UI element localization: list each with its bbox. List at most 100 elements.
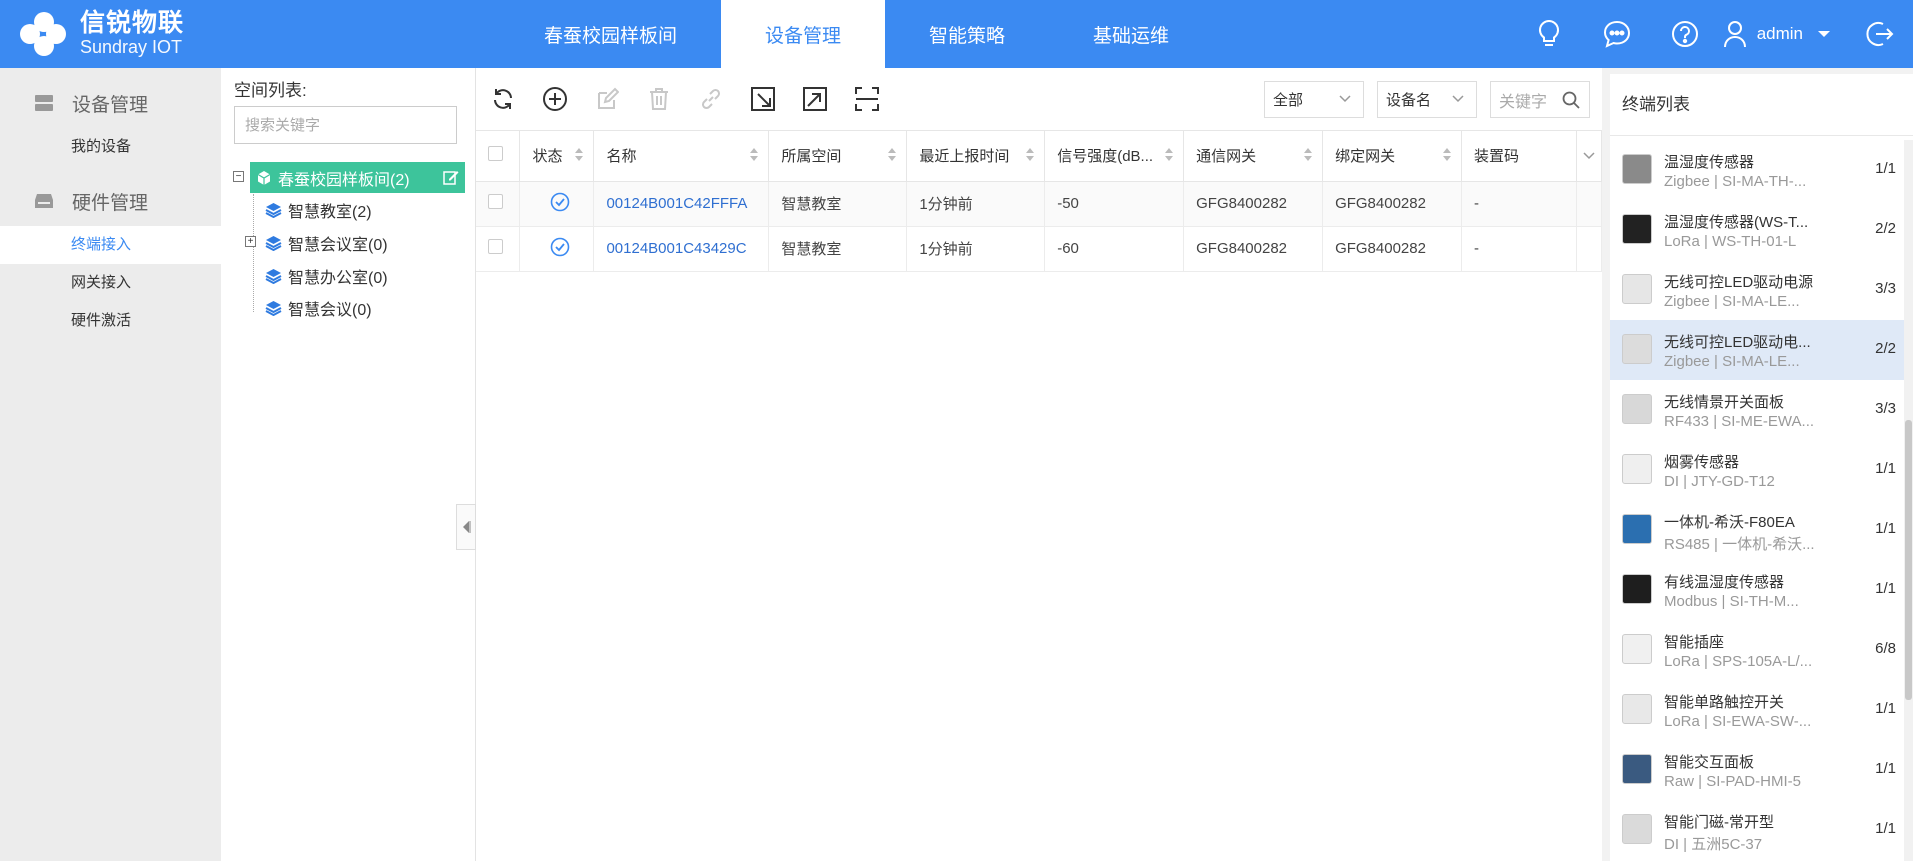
- export-icon[interactable]: [800, 84, 830, 114]
- space-search-input[interactable]: [234, 106, 457, 144]
- terminal-item[interactable]: 一体机-希沃-F80EA RS485 | 一体机-希沃... 1/1: [1610, 500, 1904, 560]
- last-report-cell: 1分钟前: [906, 226, 1046, 272]
- sort-icon: [1026, 148, 1035, 161]
- terminal-item[interactable]: 智能插座 LoRa | SPS-105A-L/... 6/8: [1610, 620, 1904, 680]
- tree-node-smart-meeting-room[interactable]: 智慧会议室(0): [265, 230, 388, 256]
- terminal-item[interactable]: 智能交互面板 Raw | SI-PAD-HMI-5 1/1: [1610, 740, 1904, 800]
- terminal-name: 智能门磁-常开型: [1664, 814, 1774, 831]
- import-icon[interactable]: [748, 84, 778, 114]
- sidebar-group-device[interactable]: 设备管理: [0, 78, 221, 128]
- terminal-name: 一体机-希沃-F80EA: [1664, 514, 1795, 531]
- terminal-name: 有线温湿度传感器: [1664, 574, 1785, 591]
- delete-icon[interactable]: [644, 84, 674, 114]
- column-header-device-code[interactable]: 装置码: [1461, 131, 1577, 182]
- hardware-icon: [35, 194, 53, 208]
- nav-device-management[interactable]: 设备管理: [721, 0, 886, 68]
- terminal-protocol-model: RF433 | SI-ME-EWA...: [1664, 413, 1815, 430]
- bind-gateway-cell: GFG8400282: [1322, 181, 1463, 227]
- column-header-space[interactable]: 所属空间: [768, 131, 908, 182]
- logo-icon: [18, 8, 70, 60]
- help-icon[interactable]: [1669, 18, 1701, 50]
- user-menu[interactable]: admin: [1723, 20, 1831, 48]
- edit-icon[interactable]: [443, 169, 459, 185]
- tree-node-smart-office[interactable]: 智慧办公室(0): [265, 263, 388, 289]
- device-thumbnail: [1622, 754, 1652, 784]
- column-header-comm-gateway[interactable]: 通信网关: [1183, 131, 1324, 182]
- field-select[interactable]: 设备名: [1377, 81, 1477, 118]
- edit-icon[interactable]: [592, 84, 622, 114]
- terminal-name: 无线情景开关面板: [1664, 394, 1785, 411]
- column-header-name[interactable]: 名称: [593, 131, 770, 182]
- chat-icon[interactable]: [1601, 18, 1633, 50]
- brand-name: 信锐物联: [80, 9, 185, 38]
- tree-collapse-toggle[interactable]: −: [233, 171, 244, 182]
- nav-basic-ops[interactable]: 基础运维: [1049, 0, 1213, 68]
- device-thumbnail: [1622, 274, 1652, 304]
- row-checkbox[interactable]: [488, 194, 503, 209]
- column-settings[interactable]: [1576, 131, 1603, 182]
- table-row[interactable]: 00124B001C42FFFA 智慧教室 1分钟前 -50 GFG840028…: [476, 181, 1603, 227]
- keyword-search-input[interactable]: 关键字: [1490, 81, 1590, 118]
- space-cell: 智慧教室: [768, 181, 908, 227]
- caret-down-icon: [1818, 30, 1830, 37]
- terminal-count: 1/1: [1875, 580, 1896, 597]
- tree-expand-toggle[interactable]: +: [245, 236, 256, 247]
- row-checkbox[interactable]: [488, 239, 503, 254]
- select-all-checkbox[interactable]: [488, 146, 503, 162]
- terminal-item[interactable]: 智能门磁-常开型 DI | 五洲5C-37 1/1: [1610, 800, 1904, 860]
- scrollbar-thumb[interactable]: [1905, 420, 1912, 700]
- terminal-name: 温湿度传感器: [1664, 154, 1755, 171]
- column-header-signal[interactable]: 信号强度(dB...: [1044, 131, 1185, 182]
- nav-campus[interactable]: 春蚕校园样板间: [500, 0, 721, 68]
- table-row[interactable]: 00124B001C43429C 智慧教室 1分钟前 -60 GFG840028…: [476, 226, 1603, 272]
- terminal-name: 无线可控LED驱动电源: [1664, 274, 1814, 291]
- lightbulb-icon[interactable]: [1533, 18, 1565, 50]
- sidebar-item-terminal-access[interactable]: 终端接入: [0, 226, 221, 264]
- device-code-cell: -: [1461, 181, 1577, 227]
- tree-node-smart-classroom[interactable]: 智慧教室(2): [265, 197, 372, 223]
- device-thumbnail: [1622, 334, 1652, 364]
- terminal-count: 3/3: [1875, 280, 1896, 297]
- device-name-link[interactable]: 00124B001C42FFFA: [593, 181, 770, 227]
- collapse-left-icon: [463, 521, 471, 533]
- terminal-protocol-model: Zigbee | SI-MA-TH-...: [1664, 173, 1807, 190]
- logout-icon[interactable]: [1863, 18, 1895, 50]
- sort-icon: [750, 148, 759, 161]
- terminal-list-scrollbar[interactable]: [1904, 140, 1913, 861]
- column-header-bind-gateway[interactable]: 绑定网关: [1322, 131, 1463, 182]
- scope-select[interactable]: 全部: [1264, 81, 1364, 118]
- scan-icon[interactable]: [852, 84, 882, 114]
- terminal-item[interactable]: 无线情景开关面板 RF433 | SI-ME-EWA... 3/3: [1610, 380, 1904, 440]
- terminal-item[interactable]: 智能单路触控开关 LoRa | SI-EWA-SW-... 1/1: [1610, 680, 1904, 740]
- row-select: [476, 181, 521, 227]
- search-icon[interactable]: [1562, 91, 1580, 109]
- terminal-protocol-model: Zigbee | SI-MA-LE...: [1664, 293, 1800, 310]
- terminal-item[interactable]: 烟雾传感器 DI | JTY-GD-T12 1/1: [1610, 440, 1904, 500]
- sidebar-item-my-devices[interactable]: 我的设备: [0, 128, 221, 166]
- refresh-icon[interactable]: [488, 84, 518, 114]
- sidebar-item-gateway-access[interactable]: 网关接入: [0, 264, 221, 302]
- server-icon: [35, 95, 53, 111]
- terminal-protocol-model: RS485 | 一体机-希沃...: [1664, 536, 1815, 553]
- terminal-item[interactable]: 温湿度传感器(WS-T... LoRa | WS-TH-01-L 2/2: [1610, 200, 1904, 260]
- space-tree-title: 空间列表:: [234, 81, 307, 100]
- comm-gateway-cell: GFG8400282: [1183, 181, 1324, 227]
- add-icon[interactable]: [540, 84, 570, 114]
- sidebar-item-hardware-activation[interactable]: 硬件激活: [0, 302, 221, 340]
- tree-node-smart-meeting[interactable]: 智慧会议(0): [265, 295, 372, 321]
- terminal-item[interactable]: 无线可控LED驱动电... Zigbee | SI-MA-LE... 2/2: [1610, 320, 1904, 380]
- link-icon[interactable]: [696, 84, 726, 114]
- terminal-item[interactable]: 温湿度传感器 Zigbee | SI-MA-TH-... 1/1: [1610, 140, 1904, 200]
- device-name-link[interactable]: 00124B001C43429C: [593, 226, 770, 272]
- terminal-item[interactable]: 无线可控LED驱动电源 Zigbee | SI-MA-LE... 3/3: [1610, 260, 1904, 320]
- terminal-item[interactable]: 有线温湿度传感器 Modbus | SI-TH-M... 1/1: [1610, 560, 1904, 620]
- search-placeholder: 关键字: [1499, 93, 1548, 111]
- terminal-protocol-model: DI | JTY-GD-T12: [1664, 473, 1775, 490]
- column-header-last-report[interactable]: 最近上报时间: [906, 131, 1046, 182]
- sidebar-group-hardware[interactable]: 硬件管理: [0, 176, 221, 226]
- tree-root-node[interactable]: 春蚕校园样板间(2): [250, 162, 465, 193]
- nav-smart-strategy[interactable]: 智能策略: [885, 0, 1049, 68]
- collapse-panel-button[interactable]: [456, 504, 476, 550]
- brand-logo[interactable]: 信锐物联 Sundray IOT: [18, 6, 184, 62]
- column-header-status[interactable]: 状态: [519, 131, 595, 182]
